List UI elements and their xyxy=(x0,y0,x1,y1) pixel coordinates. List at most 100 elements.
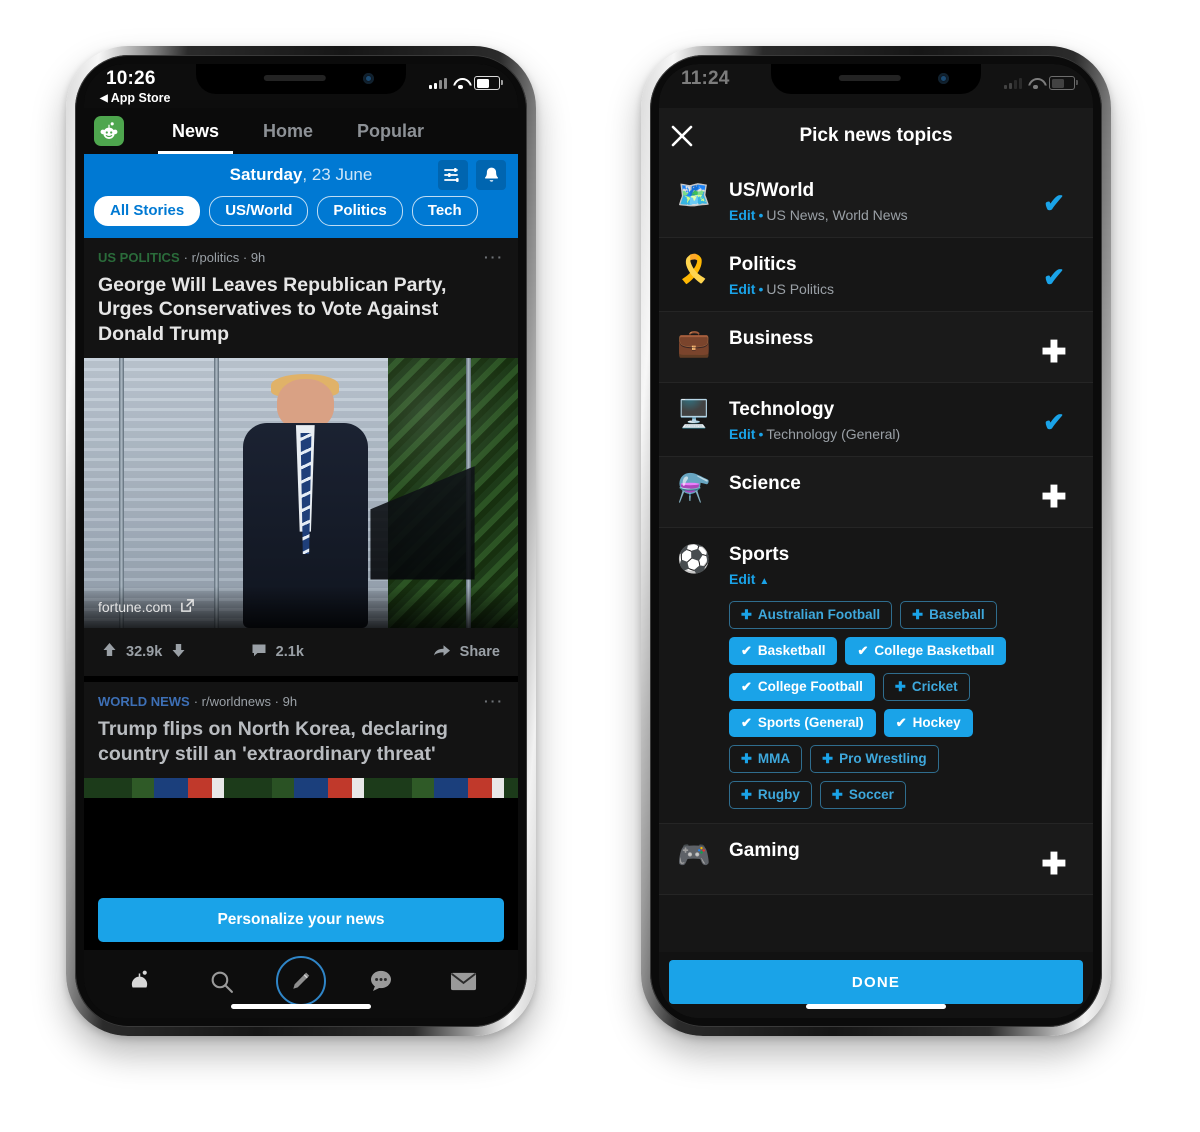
news-day: Saturday xyxy=(229,165,303,184)
wifi-icon xyxy=(453,78,468,89)
edit-link[interactable]: Edit xyxy=(729,281,755,297)
notch-right xyxy=(771,64,981,94)
subtopic-chip-college-basketball[interactable]: ✔ College Basketball xyxy=(845,637,1007,665)
topic-action[interactable]: ✔ xyxy=(1033,254,1075,290)
topic-row-science[interactable]: ⚗️ Science ✚ xyxy=(659,457,1093,528)
topic-row-politics[interactable]: 🎗️ Politics Edit • US Politics ✔ xyxy=(659,238,1093,312)
phone-screen-right: 11:24 Pick news topics 🗺️ US/World Edit … xyxy=(659,64,1093,1018)
chevron-up-icon[interactable]: ▲ xyxy=(759,576,769,587)
topic-row-us-world[interactable]: 🗺️ US/World Edit • US News, World News ✔ xyxy=(659,164,1093,238)
subtopic-chip-basketball[interactable]: ✔ Basketball xyxy=(729,637,838,665)
post-image[interactable]: fortune.com xyxy=(84,358,518,629)
chip-politics[interactable]: Politics xyxy=(317,196,403,226)
news-feed-list[interactable]: US POLITICS · r/politics · 9h ··· George… xyxy=(84,238,518,892)
subtopic-chip-sports-general[interactable]: ✔ Sports (General) xyxy=(729,709,876,737)
cellular-signal-icon xyxy=(1004,77,1022,89)
post-title[interactable]: Trump flips on North Korea, declaring co… xyxy=(84,709,518,778)
topic-row-business[interactable]: 💼 Business ✚ xyxy=(659,312,1093,383)
topic-subtitle: Edit ▲ xyxy=(729,571,1033,587)
topic-subtitle-text: Technology (General) xyxy=(766,426,901,442)
post-category: WORLD NEWS xyxy=(98,693,190,709)
sports-subtopic-chips[interactable]: ✚ Australian Football ✚ Baseball ✔ Basketba… xyxy=(729,601,1033,809)
post-card[interactable]: WORLD NEWS · r/worldnews · 9h ··· Trump … xyxy=(84,682,518,798)
battery-icon xyxy=(474,76,503,90)
share-group[interactable]: Share xyxy=(433,643,500,662)
done-button[interactable]: DONE xyxy=(669,960,1083,1004)
post-subreddit-and-age: · r/worldnews · 9h xyxy=(193,693,298,709)
topic-action[interactable]: ✚ xyxy=(1033,840,1075,880)
chip-all-stories[interactable]: All Stories xyxy=(94,196,201,226)
topic-action[interactable]: ✚ xyxy=(1033,328,1075,368)
post-image-partial[interactable] xyxy=(84,777,518,798)
game-controller-icon: 🎮 xyxy=(677,840,711,870)
upvote-icon[interactable] xyxy=(102,642,117,662)
topic-name: Sports xyxy=(729,544,790,565)
topic-body: Business xyxy=(729,328,1033,350)
home-indicator-left xyxy=(231,1004,371,1009)
subtopic-chip-mma[interactable]: ✚ MMA xyxy=(729,745,803,773)
notch-left xyxy=(196,64,406,94)
vote-group[interactable]: 32.9k xyxy=(102,642,186,662)
chip-tech[interactable]: Tech xyxy=(411,196,478,226)
topic-action[interactable]: ✔ xyxy=(1033,399,1075,435)
subtopic-chip-cricket[interactable]: ✚ Cricket xyxy=(882,673,970,701)
home-snoo-icon[interactable] xyxy=(112,960,166,1002)
status-time: 10:26 xyxy=(106,68,156,89)
topic-name: US/World xyxy=(729,180,815,201)
picker-header: Pick news topics xyxy=(659,108,1093,164)
subtopic-chip-pro-wrestling[interactable]: ✚ Pro Wrestling xyxy=(810,745,939,773)
topic-action[interactable]: ✔ xyxy=(1033,180,1075,216)
back-arrow-icon: ◀ xyxy=(100,93,108,104)
snoo-green-icon[interactable] xyxy=(94,116,124,146)
subtopic-chip-college-football[interactable]: ✔ College Football xyxy=(729,673,875,701)
comment-group[interactable]: 2.1k xyxy=(251,643,304,662)
back-to-app-store-link[interactable]: ◀ App Store xyxy=(100,91,170,105)
post-overflow-icon[interactable]: ··· xyxy=(484,693,504,709)
inbox-icon[interactable] xyxy=(436,960,490,1002)
external-link-icon xyxy=(180,598,195,616)
topic-action xyxy=(1033,544,1075,554)
computer-icon: 🖥️ xyxy=(677,399,711,429)
tab-home[interactable]: Home xyxy=(241,108,335,154)
news-header: Saturday, 23 June All Stories US/World P… xyxy=(84,154,518,238)
subtopic-chip-australian-football[interactable]: ✚ Australian Football xyxy=(729,601,893,629)
chip-us-world[interactable]: US/World xyxy=(209,196,309,226)
topic-row-sports[interactable]: ⚽ Sports Edit ▲ ✚ Australian Football ✚ Ba… xyxy=(659,528,1093,824)
category-chip-row[interactable]: All Stories US/World Politics Tech xyxy=(84,196,518,234)
sliders-icon[interactable] xyxy=(438,160,468,190)
post-card[interactable]: US POLITICS · r/politics · 9h ··· George… xyxy=(84,238,518,677)
personalize-your-news-button[interactable]: Personalize your news xyxy=(98,898,504,942)
personalize-cta-container: Personalize your news xyxy=(84,892,518,950)
subtopic-chip-baseball[interactable]: ✚ Baseball xyxy=(900,601,997,629)
post-title[interactable]: George Will Leaves Republican Party, Urg… xyxy=(84,265,518,358)
create-post-icon[interactable] xyxy=(276,956,326,1006)
post-source-domain: fortune.com xyxy=(98,599,172,616)
battery-icon xyxy=(1049,76,1078,90)
close-icon[interactable] xyxy=(659,108,705,164)
news-date-value: , 23 June xyxy=(302,165,373,184)
topic-action[interactable]: ✚ xyxy=(1033,473,1075,513)
subtopic-chip-hockey[interactable]: ✔ Hockey xyxy=(883,709,973,737)
phone-right: 11:24 Pick news topics 🗺️ US/World Edit … xyxy=(641,46,1111,1036)
topic-row-technology[interactable]: 🖥️ Technology Edit • Technology (General) … xyxy=(659,383,1093,457)
topic-row-gaming[interactable]: 🎮 Gaming ✚ xyxy=(659,824,1093,895)
topic-body: US/World Edit • US News, World News xyxy=(729,180,1033,223)
tab-popular[interactable]: Popular xyxy=(335,108,446,154)
subtopic-chip-rugby[interactable]: ✚ Rugby xyxy=(729,781,812,809)
edit-link[interactable]: Edit xyxy=(729,207,755,223)
bell-icon[interactable] xyxy=(476,160,506,190)
chat-icon[interactable] xyxy=(354,960,408,1002)
edit-link[interactable]: Edit xyxy=(729,426,755,442)
topic-list[interactable]: 🗺️ US/World Edit • US News, World News ✔ 🎗… xyxy=(659,164,1093,952)
top-navigation-bar: News Home Popular xyxy=(84,108,518,154)
edit-link[interactable]: Edit xyxy=(729,571,755,587)
post-overflow-icon[interactable]: ··· xyxy=(484,249,504,265)
post-source-bar[interactable]: fortune.com xyxy=(84,586,518,629)
post-meta: US POLITICS · r/politics · 9h ··· xyxy=(84,238,518,265)
search-icon[interactable] xyxy=(194,960,248,1002)
tab-news[interactable]: News xyxy=(150,108,241,154)
topic-subtitle-text: US News, World News xyxy=(766,207,908,223)
downvote-icon[interactable] xyxy=(171,642,186,662)
subtopic-chip-soccer[interactable]: ✚ Soccer xyxy=(819,781,906,809)
topic-body: Sports Edit ▲ ✚ Australian Football ✚ Base… xyxy=(729,544,1033,809)
